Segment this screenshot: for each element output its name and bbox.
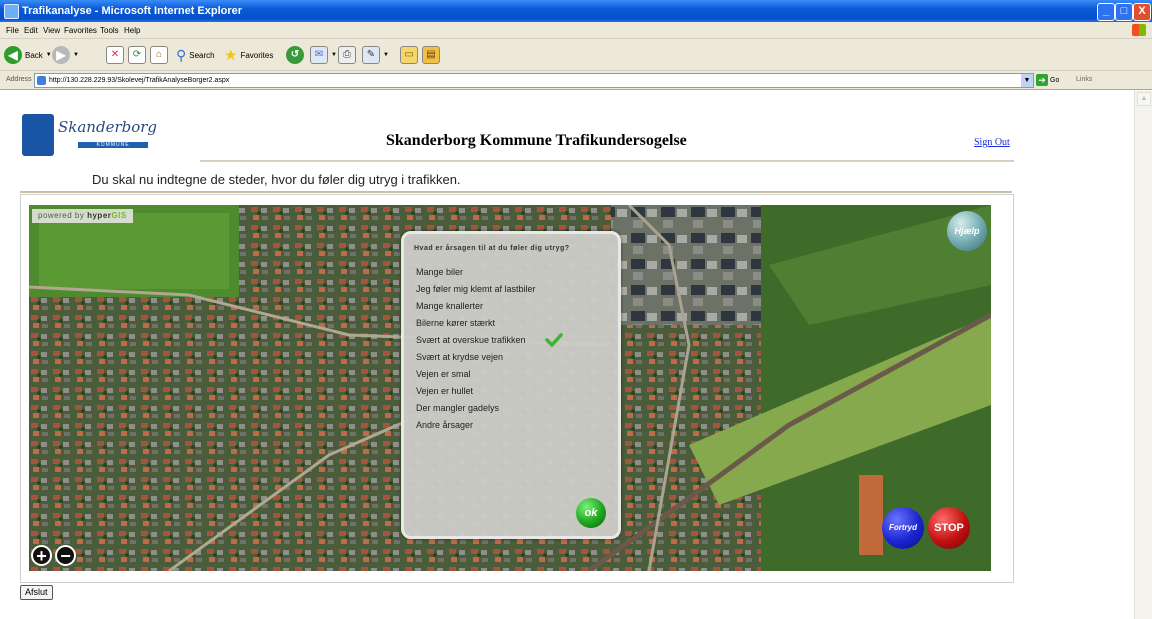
dialog-question: Hvad er årsagen til at du føler dig utry… — [414, 245, 570, 252]
undo-button[interactable]: Fortryd — [882, 507, 924, 549]
reason-option[interactable]: Vejen er hullet — [416, 386, 473, 396]
refresh-icon: ⟳ — [128, 46, 146, 64]
menu-edit[interactable]: Edit — [24, 26, 38, 35]
reason-option[interactable]: Andre årsager — [416, 420, 473, 430]
reason-option[interactable]: Der mangler gadelys — [416, 403, 499, 413]
chevron-down-icon: ▼ — [45, 52, 52, 58]
instruction-text: Du skal nu indtegne de steder, hvor du f… — [92, 172, 461, 187]
stop-x-icon: ✕ — [106, 46, 124, 64]
search-button[interactable]: ⚲ Search — [176, 45, 215, 65]
back-arrow-icon: ◀ — [4, 46, 22, 64]
powered-by-hypergis-logo: powered by hyperGIS — [32, 209, 133, 223]
back-button[interactable]: ◀ Back ▼ — [4, 45, 52, 65]
chevron-down-icon: ▼ — [73, 52, 79, 58]
edit-page-icon: ✎ — [362, 46, 380, 64]
logo-text: Skanderborg — [58, 118, 158, 136]
stop-button[interactable]: STOP — [928, 507, 970, 549]
go-button[interactable]: ➔ Go — [1036, 74, 1059, 86]
chevron-down-icon: ▼ — [383, 52, 389, 58]
instruction-divider — [20, 191, 1012, 193]
address-dropdown-icon[interactable]: ▼ — [1021, 74, 1033, 87]
favorites-button[interactable]: ★ Favorites — [224, 45, 273, 65]
close-button[interactable]: X — [1133, 3, 1151, 21]
links-toolbar[interactable]: Links — [1076, 76, 1092, 83]
menu-view[interactable]: View — [43, 26, 60, 35]
refresh-button[interactable]: ⟳ — [128, 45, 146, 65]
mail-button[interactable]: ✉ ▼ — [310, 45, 337, 65]
windows-logo-icon — [1132, 24, 1146, 36]
address-url: http://130.228.229.93/Skolevej/TrafikAna… — [49, 77, 230, 84]
address-label: Address — [6, 76, 32, 83]
scroll-up-icon[interactable]: ▲ — [1137, 92, 1151, 106]
research-button[interactable]: ▤ — [422, 45, 440, 65]
home-button[interactable]: ⌂ — [150, 45, 168, 65]
reason-option-selected[interactable]: Svært at overskue trafikken — [416, 335, 526, 345]
menu-bar: File Edit View Favorites Tools Help — [0, 22, 1152, 39]
menu-help[interactable]: Help — [124, 26, 140, 35]
browser-toolbar: ◀ Back ▼ ▶ ▼ ✕ ⟳ ⌂ ⚲ Search ★ Favorites … — [0, 39, 1152, 71]
forward-button[interactable]: ▶ ▼ — [52, 45, 79, 65]
star-icon: ★ — [224, 47, 238, 64]
header-divider — [200, 160, 1014, 162]
folder-button[interactable]: ▭ — [400, 45, 418, 65]
reason-option[interactable]: Mange biler — [416, 267, 463, 277]
edit-button[interactable]: ✎ ▼ — [362, 45, 389, 65]
ie-app-icon — [4, 4, 19, 19]
go-arrow-icon: ➔ — [1036, 74, 1048, 86]
checkmark-icon — [545, 333, 563, 347]
search-icon: ⚲ — [176, 46, 187, 63]
logo-subtext: KOMMUNE — [78, 142, 148, 148]
reason-option[interactable]: Bilerne kører stærkt — [416, 318, 495, 328]
reason-option[interactable]: Svært at krydse vejen — [416, 352, 503, 362]
reason-dialog: Hvad er årsagen til at du føler dig utry… — [401, 231, 621, 539]
maximize-button[interactable]: □ — [1115, 3, 1133, 21]
menu-tools[interactable]: Tools — [100, 26, 119, 35]
zoom-in-button[interactable]: + — [31, 545, 52, 566]
history-icon: ↺ — [286, 46, 304, 64]
menu-favorites[interactable]: Favorites — [64, 26, 97, 35]
window-titlebar: Trafikanalyse - Microsoft Internet Explo… — [0, 0, 1152, 22]
sign-out-link[interactable]: Sign Out — [974, 137, 1010, 148]
reason-option[interactable]: Mange knallerter — [416, 301, 483, 311]
menu-file[interactable]: File — [6, 26, 19, 35]
skanderborg-logo: Skanderborg KOMMUNE — [22, 114, 162, 158]
aerial-map[interactable]: powered by hyperGIS Hjælp + − Fortryd ST… — [29, 205, 991, 571]
minimize-button[interactable]: _ — [1097, 3, 1115, 21]
reason-option[interactable]: Jeg føler mig klemt af lastbiler — [416, 284, 536, 294]
stop-page-button[interactable]: ✕ — [106, 45, 124, 65]
ok-button[interactable]: ok — [576, 498, 606, 528]
vertical-scrollbar[interactable]: ▲ — [1134, 90, 1152, 619]
reason-option[interactable]: Vejen er smal — [416, 369, 471, 379]
forward-arrow-icon: ▶ — [52, 46, 70, 64]
finish-button[interactable]: Afslut — [20, 585, 53, 600]
zoom-out-button[interactable]: − — [55, 545, 76, 566]
address-input[interactable]: http://130.228.229.93/Skolevej/TrafikAna… — [34, 73, 1034, 88]
page-icon — [37, 76, 46, 85]
printer-icon: ⎙ — [338, 46, 356, 64]
research-icon: ▤ — [422, 46, 440, 64]
history-button[interactable]: ↺ — [286, 45, 304, 65]
address-bar: Address http://130.228.229.93/Skolevej/T… — [0, 71, 1152, 90]
home-icon: ⌂ — [150, 46, 168, 64]
mail-icon: ✉ — [310, 46, 328, 64]
castle-crest-icon — [22, 114, 54, 156]
print-button[interactable]: ⎙ — [338, 45, 356, 65]
help-button[interactable]: Hjælp — [947, 211, 987, 251]
chevron-down-icon: ▼ — [331, 52, 337, 58]
page-title: Skanderborg Kommune Trafikundersogelse — [386, 132, 687, 149]
folder-icon: ▭ — [400, 46, 418, 64]
window-title: Trafikanalyse - Microsoft Internet Explo… — [22, 5, 243, 17]
